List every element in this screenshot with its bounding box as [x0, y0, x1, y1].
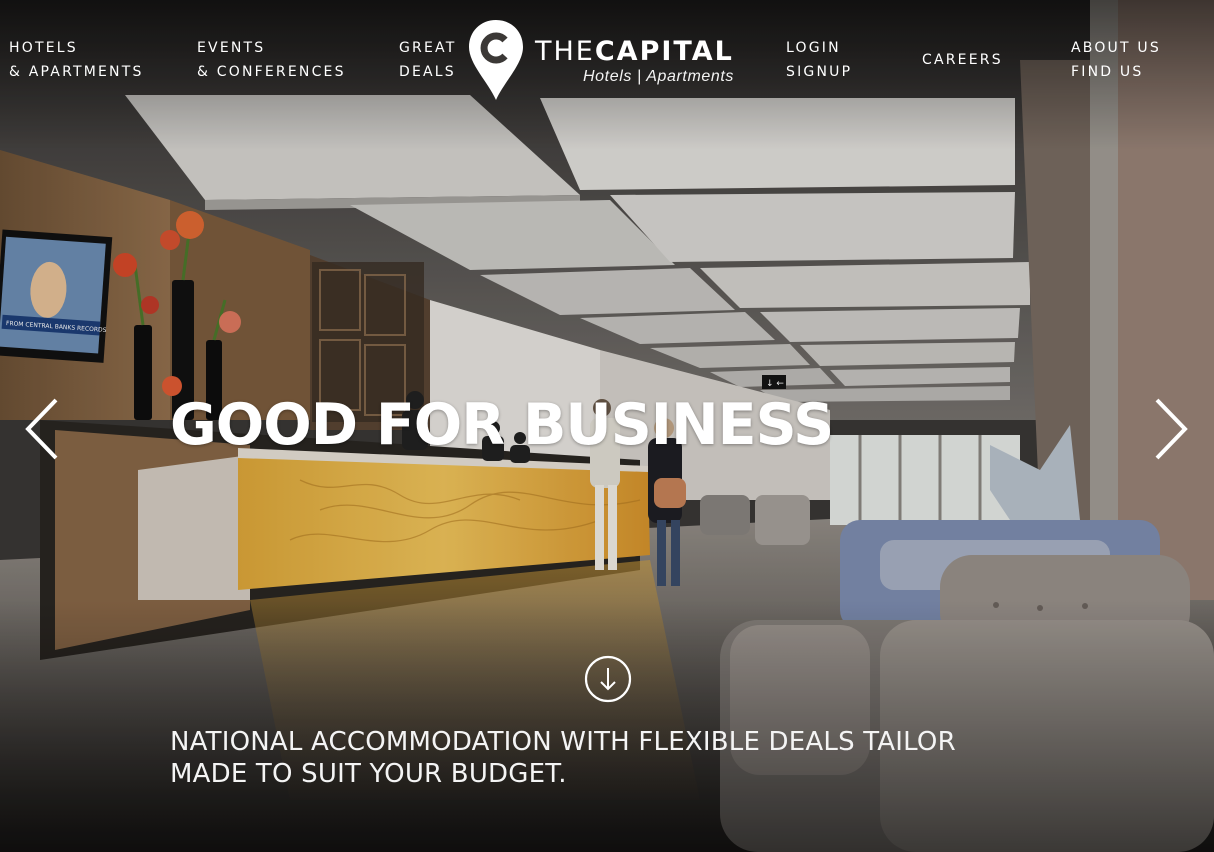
- nav-careers[interactable]: CAREERS: [922, 48, 1003, 72]
- nav-hotels-line1: HOTELS: [9, 40, 78, 56]
- nav-hotels-line2: & APARTMENTS: [9, 64, 144, 80]
- chevron-left-icon: [25, 398, 58, 460]
- logo-tagline: Hotels | Apartments: [583, 68, 735, 85]
- hero-tagline-line1: NATIONAL ACCOMMODATION WITH FLEXIBLE DEA…: [170, 727, 956, 757]
- nav-great-deals[interactable]: GREAT DEALS: [399, 36, 456, 84]
- site-logo[interactable]: THECAPITAL Hotels | Apartments: [468, 20, 753, 100]
- scroll-down-button[interactable]: [584, 655, 632, 703]
- logo-word-the: THE: [535, 36, 595, 67]
- nav-careers-label: CAREERS: [922, 52, 1003, 68]
- arrow-down-circle-icon: [584, 655, 632, 703]
- nav-signup-link[interactable]: SIGNUP: [786, 60, 852, 84]
- nav-login-signup[interactable]: LOGIN SIGNUP: [786, 36, 852, 84]
- logo-wordmark: THECAPITAL: [535, 35, 734, 69]
- slider-prev-button[interactable]: [20, 398, 64, 460]
- nav-hotels-apartments[interactable]: HOTELS & APARTMENTS: [9, 36, 144, 84]
- location-pin-logo-icon: [469, 20, 523, 100]
- logo-word-capital: CAPITAL: [594, 36, 734, 67]
- hero-tagline-line2: MADE TO SUIT YOUR BUDGET.: [170, 759, 567, 789]
- nav-events-line1: EVENTS: [197, 40, 266, 56]
- nav-events-conferences[interactable]: EVENTS & CONFERENCES: [197, 36, 346, 84]
- hero-headline: GOOD FOR BUSINESS: [170, 392, 834, 458]
- nav-login-link[interactable]: LOGIN: [786, 36, 852, 60]
- main-navigation: HOTELS & APARTMENTS EVENTS & CONFERENCES…: [0, 0, 1214, 100]
- slider-next-button[interactable]: [1149, 398, 1193, 460]
- nav-events-line2: & CONFERENCES: [197, 64, 346, 80]
- hero-tagline: NATIONAL ACCOMMODATION WITH FLEXIBLE DEA…: [170, 726, 1070, 790]
- nav-about-find-us[interactable]: ABOUT US FIND US: [1071, 36, 1161, 84]
- chevron-right-icon: [1155, 398, 1188, 460]
- nav-deals-line2: DEALS: [399, 64, 456, 80]
- nav-deals-line1: GREAT: [399, 40, 457, 56]
- nav-about-link[interactable]: ABOUT US: [1071, 36, 1161, 60]
- nav-find-us-link[interactable]: FIND US: [1071, 60, 1161, 84]
